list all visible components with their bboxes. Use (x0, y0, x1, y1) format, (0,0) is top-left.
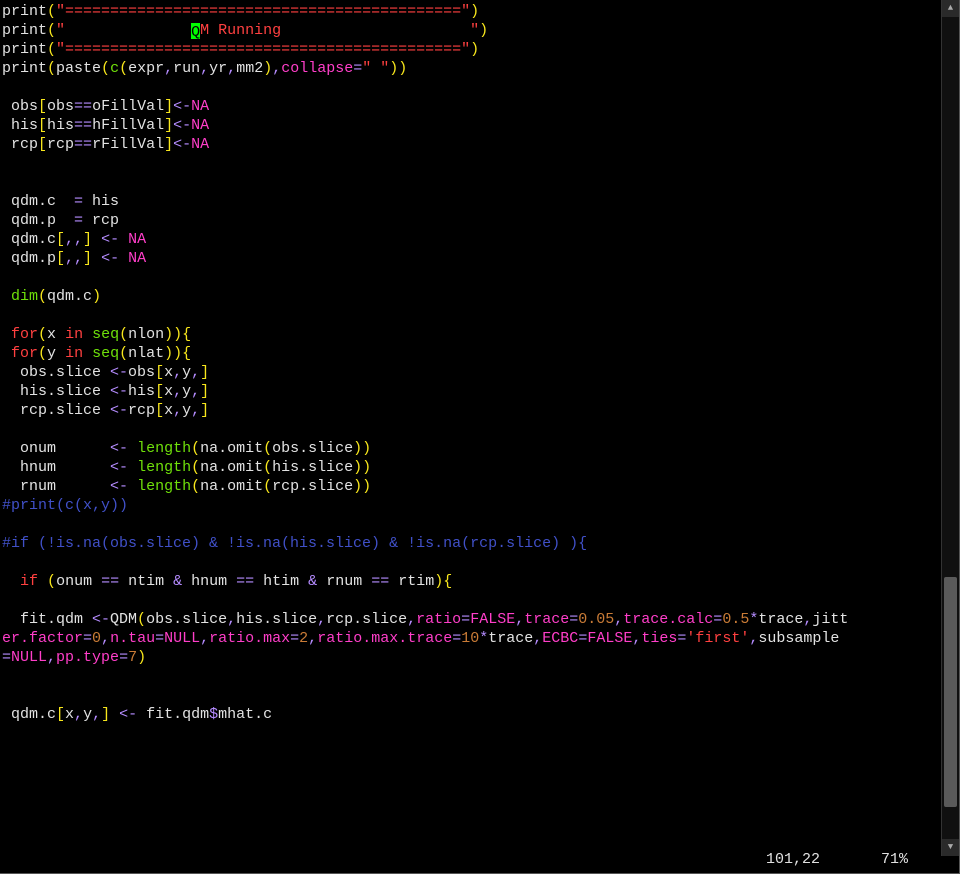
code-line: obs[obs==oFillVal]<-NA (2, 97, 940, 116)
code-line (2, 686, 940, 705)
text-cursor: Q (191, 23, 200, 39)
code-line (2, 553, 940, 572)
vertical-scrollbar[interactable]: ▲ ▼ (941, 0, 959, 856)
code-line: print("=================================… (2, 2, 940, 21)
code-line: qdm.c = his (2, 192, 940, 211)
code-line (2, 173, 940, 192)
code-line: fit.qdm <-QDM(obs.slice,his.slice,rcp.sl… (2, 610, 940, 629)
code-line (2, 154, 940, 173)
code-line: print("=================================… (2, 40, 940, 59)
code-line: qdm.p = rcp (2, 211, 940, 230)
code-line: dim(qdm.c) (2, 287, 940, 306)
code-line: onum <- length(na.omit(obs.slice)) (2, 439, 940, 458)
code-line: print(paste(c(expr,run,yr,mm2),collapse=… (2, 59, 940, 78)
code-line: qdm.c[x,y,] <- fit.qdm$mhat.c (2, 705, 940, 724)
code-line: for(x in seq(nlon)){ (2, 325, 940, 344)
code-line: qdm.c[,,] <- NA (2, 230, 940, 249)
scrollbar-track[interactable] (942, 17, 959, 839)
code-line: for(y in seq(nlat)){ (2, 344, 940, 363)
code-line (2, 591, 940, 610)
code-line (2, 268, 940, 287)
cursor-position: 101,22 (766, 850, 820, 869)
chevron-up-icon: ▲ (948, 0, 953, 18)
code-line (2, 78, 940, 97)
scroll-up-button[interactable]: ▲ (942, 0, 959, 17)
scroll-percent: 71% (881, 850, 908, 869)
code-line: er.factor=0,n.tau=NULL,ratio.max=2,ratio… (2, 629, 940, 648)
scroll-down-button[interactable]: ▼ (942, 839, 959, 856)
code-line: #if (!is.na(obs.slice) & !is.na(his.slic… (2, 534, 940, 553)
code-line: qdm.p[,,] <- NA (2, 249, 940, 268)
code-line: #print(c(x,y)) (2, 496, 940, 515)
code-line: if (onum == ntim & hnum == htim & rnum =… (2, 572, 940, 591)
code-line: his[his==hFillVal]<-NA (2, 116, 940, 135)
terminal-editor: print("=================================… (0, 0, 960, 874)
code-line: print(" QM Running ") (2, 21, 940, 40)
code-line (2, 515, 940, 534)
code-line: =NULL,pp.type=7) (2, 648, 940, 667)
code-line (2, 420, 940, 439)
code-line (2, 667, 940, 686)
code-line: his.slice <-his[x,y,] (2, 382, 940, 401)
code-line: rnum <- length(na.omit(rcp.slice)) (2, 477, 940, 496)
code-line: hnum <- length(na.omit(his.slice)) (2, 458, 940, 477)
code-line: obs.slice <-obs[x,y,] (2, 363, 940, 382)
chevron-down-icon: ▼ (948, 838, 953, 857)
code-area[interactable]: print("=================================… (0, 0, 940, 854)
code-line: rcp[rcp==rFillVal]<-NA (2, 135, 940, 154)
code-line (2, 306, 940, 325)
scrollbar-thumb[interactable] (944, 577, 957, 807)
vim-status-line: 101,22 71% (0, 850, 940, 869)
code-line: rcp.slice <-rcp[x,y,] (2, 401, 940, 420)
